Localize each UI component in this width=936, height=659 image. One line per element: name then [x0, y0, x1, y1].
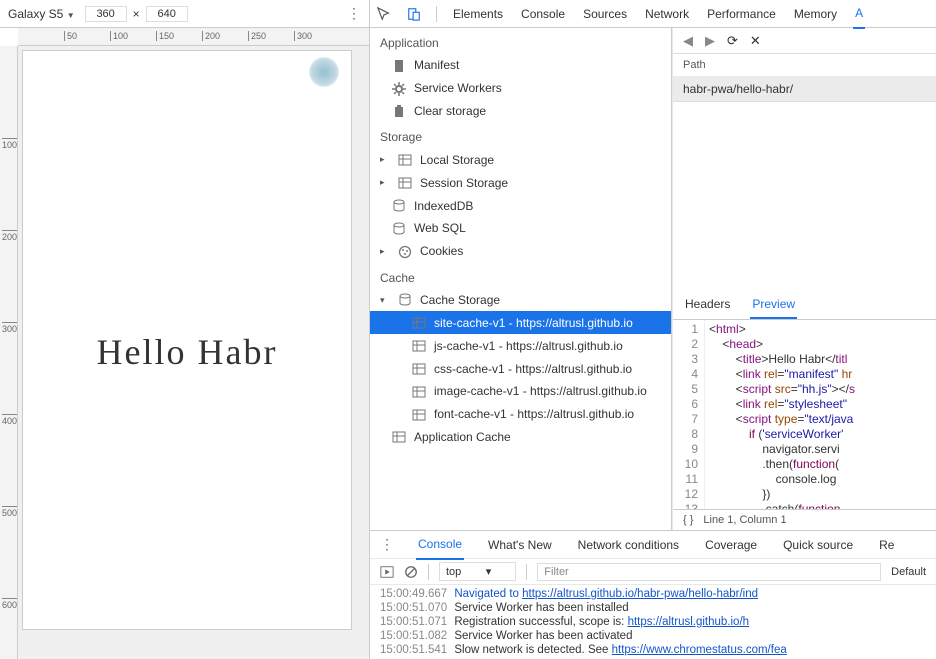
db-icon	[392, 221, 406, 236]
log-entry: 15:00:51.070 Service Worker has been ins…	[370, 601, 936, 615]
sidebar-item[interactable]: Local Storage	[370, 148, 671, 171]
device-frame[interactable]: Hello Habr	[22, 50, 352, 630]
sidebar-item[interactable]: css-cache-v1 - https://altrusl.github.io	[370, 357, 671, 380]
refresh-icon[interactable]: ⟳	[727, 33, 738, 49]
drawer-tab[interactable]: Console	[416, 530, 464, 560]
cookie-icon	[398, 244, 412, 259]
log-entry: 15:00:49.667 Navigated to https://altrus…	[370, 587, 936, 601]
db-icon	[392, 198, 406, 213]
console-drawer: ⋮ Console What's New Network conditions Cov…	[370, 530, 936, 659]
device-height[interactable]: 640	[146, 6, 188, 22]
grid-icon	[412, 361, 426, 376]
filter-input[interactable]: Filter	[537, 563, 881, 581]
sidebar-item[interactable]: Cookies	[370, 240, 671, 263]
ruler-vertical: 100200300400500600	[0, 46, 18, 659]
grid-icon	[412, 384, 426, 399]
tab-performance[interactable]: Performance	[705, 0, 778, 28]
doc-icon	[392, 58, 406, 73]
trash-icon	[392, 104, 406, 119]
detail-navbar: ◀ ▶ ⟳ ✕	[673, 28, 936, 54]
log-entry: 15:00:51.082 Service Worker has been act…	[370, 629, 936, 643]
devtools-tabbar: Elements Console Sources Network Perform…	[370, 0, 936, 28]
sidebar-item[interactable]: site-cache-v1 - https://altrusl.github.i…	[370, 311, 671, 334]
tab-console[interactable]: Console	[519, 0, 567, 28]
sidebar-item[interactable]: IndexedDB	[370, 194, 671, 217]
drawer-menu-icon[interactable]: ⋮	[380, 536, 394, 553]
grid-icon	[392, 430, 406, 445]
grid-icon	[398, 152, 412, 167]
tab-elements[interactable]: Elements	[451, 0, 505, 28]
tab-memory[interactable]: Memory	[792, 0, 839, 28]
play-icon[interactable]	[380, 564, 394, 579]
db-icon	[398, 293, 412, 308]
tab-a[interactable]: A	[853, 0, 865, 29]
kebab-menu-icon[interactable]: ⋮	[347, 5, 361, 22]
sidebar-item[interactable]: Manifest	[370, 54, 671, 77]
device-width[interactable]: 360	[85, 6, 127, 22]
drawer-tab[interactable]: Coverage	[703, 531, 759, 559]
device-toggle-icon[interactable]	[406, 6, 422, 21]
sidebar-item[interactable]: image-cache-v1 - https://altrusl.github.…	[370, 380, 671, 403]
habr-logo-icon	[309, 57, 339, 87]
sidebar-item[interactable]: Cache Storage	[370, 289, 671, 312]
tab-headers[interactable]: Headers	[683, 291, 732, 319]
page-heading: Hello Habr	[23, 331, 351, 373]
drawer-tab[interactable]: What's New	[486, 531, 554, 559]
device-toolbar: Galaxy S5 ▼ 360 × 640 ⋮	[0, 0, 369, 28]
viewport: Hello Habr	[18, 46, 369, 659]
gear-icon	[392, 81, 406, 96]
grid-icon	[412, 338, 426, 353]
nav-back-icon[interactable]: ◀	[683, 33, 693, 49]
drawer-tab[interactable]: Quick source	[781, 531, 855, 559]
inspect-icon[interactable]	[376, 6, 392, 21]
application-sidebar: ApplicationManifestService WorkersClear …	[370, 28, 672, 530]
grid-icon	[412, 407, 426, 422]
sidebar-item[interactable]: js-cache-v1 - https://altrusl.github.io	[370, 334, 671, 357]
drawer-tab[interactable]: Network conditions	[576, 531, 681, 559]
console-log[interactable]: 15:00:49.667 Navigated to https://altrus…	[370, 585, 936, 659]
tab-sources[interactable]: Sources	[581, 0, 629, 28]
tab-network[interactable]: Network	[643, 0, 691, 28]
grid-icon	[398, 175, 412, 190]
sidebar-item[interactable]: Application Cache	[370, 426, 671, 449]
grid-icon	[412, 315, 426, 330]
device-name[interactable]: Galaxy S5 ▼	[8, 7, 75, 21]
context-selector[interactable]: top ▾	[439, 562, 516, 581]
device-emulation-pane: Galaxy S5 ▼ 360 × 640 ⋮ 5010015020025030…	[0, 0, 370, 659]
clear-console-icon[interactable]	[404, 564, 418, 579]
ruler-horizontal: 50100150200250300	[18, 28, 369, 46]
sidebar-item[interactable]: Web SQL	[370, 217, 671, 240]
nav-forward-icon[interactable]: ▶	[705, 33, 715, 49]
detail-pane: ◀ ▶ ⟳ ✕ Path habr-pwa/hello-habr/ Header…	[672, 28, 936, 530]
tab-preview[interactable]: Preview	[750, 291, 797, 319]
code-preview[interactable]: 1234567891011121314 <html> <head> <title…	[673, 320, 936, 509]
braces-icon[interactable]: { }	[683, 514, 693, 526]
path-header: Path	[673, 54, 936, 77]
log-entry: 15:00:51.541 Slow network is detected. S…	[370, 643, 936, 657]
log-entry: 15:00:51.071 Registration successful, sc…	[370, 615, 936, 629]
console-tabbar: ⋮ Console What's New Network conditions Cov…	[370, 531, 936, 559]
path-value[interactable]: habr-pwa/hello-habr/	[673, 77, 936, 102]
sidebar-item[interactable]: font-cache-v1 - https://altrusl.github.i…	[370, 403, 671, 426]
sidebar-item[interactable]: Service Workers	[370, 77, 671, 100]
drawer-tab[interactable]: Re	[877, 531, 896, 559]
devtools-area: Elements Console Sources Network Perform…	[370, 0, 936, 659]
detail-subtabs: Headers Preview	[673, 291, 936, 320]
console-filter-bar: top ▾ Filter Default	[370, 559, 936, 585]
log-levels[interactable]: Default	[891, 566, 926, 578]
status-bar: { } Line 1, Column 1	[673, 509, 936, 530]
close-icon[interactable]: ✕	[750, 33, 761, 49]
sidebar-item[interactable]: Session Storage	[370, 171, 671, 194]
sidebar-item[interactable]: Clear storage	[370, 100, 671, 123]
